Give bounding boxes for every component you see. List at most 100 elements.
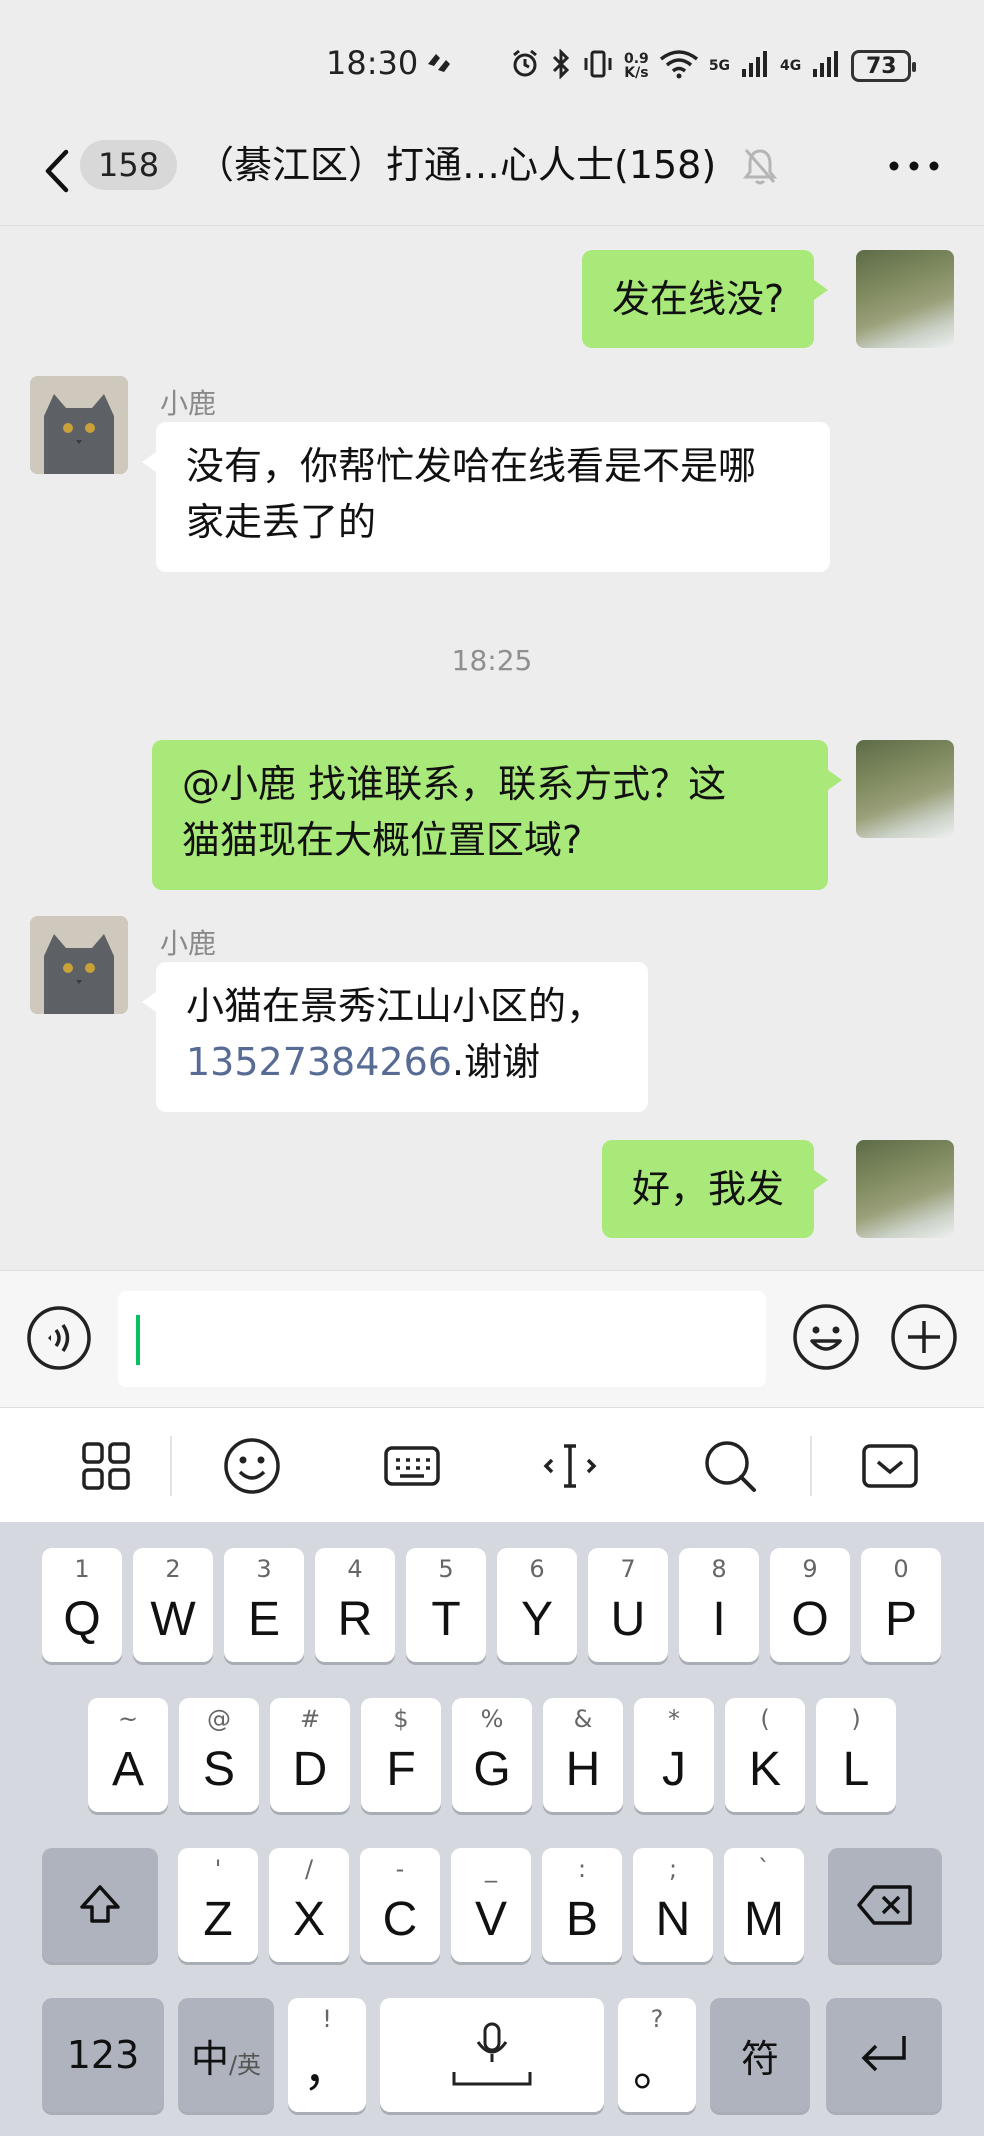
key-y[interactable]: 6Y [497,1548,577,1662]
key-h[interactable]: & H [543,1698,623,1812]
message-bubble-sent[interactable]: @小鹿 找谁联系，联系方式？这 猫猫现在大概位置区域? [152,740,842,890]
backspace-icon [857,1885,912,1925]
my-avatar[interactable] [856,1140,954,1238]
key-label: R [337,1593,373,1646]
space-key[interactable] [380,1998,604,2112]
key-q[interactable]: 1Q [42,1548,122,1662]
key-hint: 2 [165,1555,181,1583]
key-e[interactable]: 3E [224,1548,304,1662]
comma-key[interactable]: ! ， [288,1998,366,2112]
key-o[interactable]: 9O [770,1548,850,1662]
smiley-icon[interactable] [222,1436,282,1496]
add-more-icon[interactable] [890,1303,958,1371]
message-bubble-sent[interactable]: 发在线没? [582,250,829,348]
phone-number-link[interactable]: 13527384266 [186,1040,452,1084]
shift-key[interactable] [42,1848,158,1962]
keyboard-icon[interactable] [382,1436,442,1496]
cursor-move-icon[interactable] [540,1436,600,1496]
key-k[interactable]: (K [725,1698,805,1812]
hide-keyboard-icon[interactable] [860,1436,920,1496]
key-hint: % [480,1705,504,1733]
key-p[interactable]: 0P [861,1548,941,1662]
key-i[interactable]: 8I [679,1548,759,1662]
key-hint: : [577,1855,587,1883]
message-bubble-received[interactable]: 没有，你帮忙发哈在线看是不是哪 家走丢了的 [142,422,830,572]
microphone-icon [452,2022,532,2086]
toolbar-divider [170,1436,172,1496]
sender-avatar[interactable] [30,376,128,474]
key-d[interactable]: # D [270,1698,350,1812]
my-avatar[interactable] [856,740,954,838]
sender-avatar[interactable] [30,916,128,1014]
message-input[interactable] [118,1291,766,1387]
key-hint: 9 [802,1555,818,1583]
key-label: I [712,1593,726,1646]
key-z[interactable]: ' Z [178,1848,258,1962]
key-label: V [474,1893,507,1946]
search-icon[interactable] [700,1436,760,1496]
message-list[interactable]: 发在线没? 小鹿 没有，你帮忙发哈在线看是不是哪 家走丢了的 18:25 @小鹿… [0,226,984,1270]
key-hint: 7 [620,1555,636,1583]
key-hint: - [395,1855,405,1883]
key-b[interactable]: :B [542,1848,622,1962]
key-hint: ' [214,1855,222,1883]
key-r[interactable]: 4R [315,1548,395,1662]
text-caret [136,1315,140,1365]
message-bubble-received[interactable]: 小猫在景秀江山小区的， 13527384266.谢谢 [142,962,648,1112]
key-label: F [386,1743,416,1796]
key-l[interactable]: ) L [816,1698,896,1812]
key-j[interactable]: * J [634,1698,714,1812]
key-w[interactable]: 2W [133,1548,213,1662]
network-speed: 0.9 K/s [624,51,649,81]
numbers-key[interactable]: 123 [42,1998,164,2112]
enter-key[interactable] [826,1998,942,2112]
more-options-icon[interactable] [886,156,942,176]
key-u[interactable]: 7U [588,1548,668,1662]
key-hint: / [304,1855,314,1883]
key-x[interactable]: / X [269,1848,349,1962]
key-label: U [610,1593,646,1646]
vibrate-icon [582,49,614,83]
chat-title[interactable]: （綦江区）打通…心人士(158) [196,140,716,190]
key-n[interactable]: ; N [633,1848,713,1962]
key-a[interactable]: ~ A [88,1698,168,1812]
signal-icon [811,49,841,83]
unread-count-badge[interactable]: 158 [80,140,178,190]
key-label: H [565,1743,601,1796]
symbols-key[interactable]: 符 [710,1998,810,2112]
voice-input-icon[interactable] [26,1305,92,1371]
key-label: B [565,1893,598,1946]
emoji-icon[interactable] [792,1303,860,1371]
sender-name: 小鹿 [160,387,217,420]
key-hint: 3 [256,1555,272,1583]
key-t[interactable]: 5T [406,1548,486,1662]
grid-menu-icon[interactable] [76,1436,136,1496]
battery-indicator: 73 [851,50,917,82]
key-v[interactable]: _ V [451,1848,531,1962]
key-f[interactable]: $ F [361,1698,441,1812]
key-label: S [202,1743,235,1796]
key-hint: ` [758,1855,770,1883]
key-g[interactable]: % G [452,1698,532,1812]
language-switch-key[interactable]: 中/英 [178,1998,274,2112]
key-label: G [473,1743,511,1796]
sender-name: 小鹿 [160,927,217,960]
period-key[interactable]: ? 。 [618,1998,696,2112]
key-hint: 0 [893,1555,909,1583]
backspace-key[interactable] [828,1848,942,1962]
message-timestamp: 18:25 [451,644,533,677]
key-hint: _ [485,1855,497,1883]
key-m[interactable]: ` M [724,1848,804,1962]
my-avatar[interactable] [856,250,954,348]
key-c[interactable]: -C [360,1848,440,1962]
bluetooth-icon [550,48,572,83]
key-label: C [382,1893,418,1946]
keyboard-toolbar [0,1408,984,1522]
key-s[interactable]: @ S [179,1698,259,1812]
back-icon[interactable] [38,146,78,196]
key-hint: ~ [117,1705,139,1733]
message-bubble-sent[interactable]: 好，我发 [602,1140,829,1238]
status-bar: 18:30 0.9 K/s 5G 4G 73 [0,0,984,120]
status-time: 18:30 [326,44,419,82]
key-hint: 1 [74,1555,90,1583]
